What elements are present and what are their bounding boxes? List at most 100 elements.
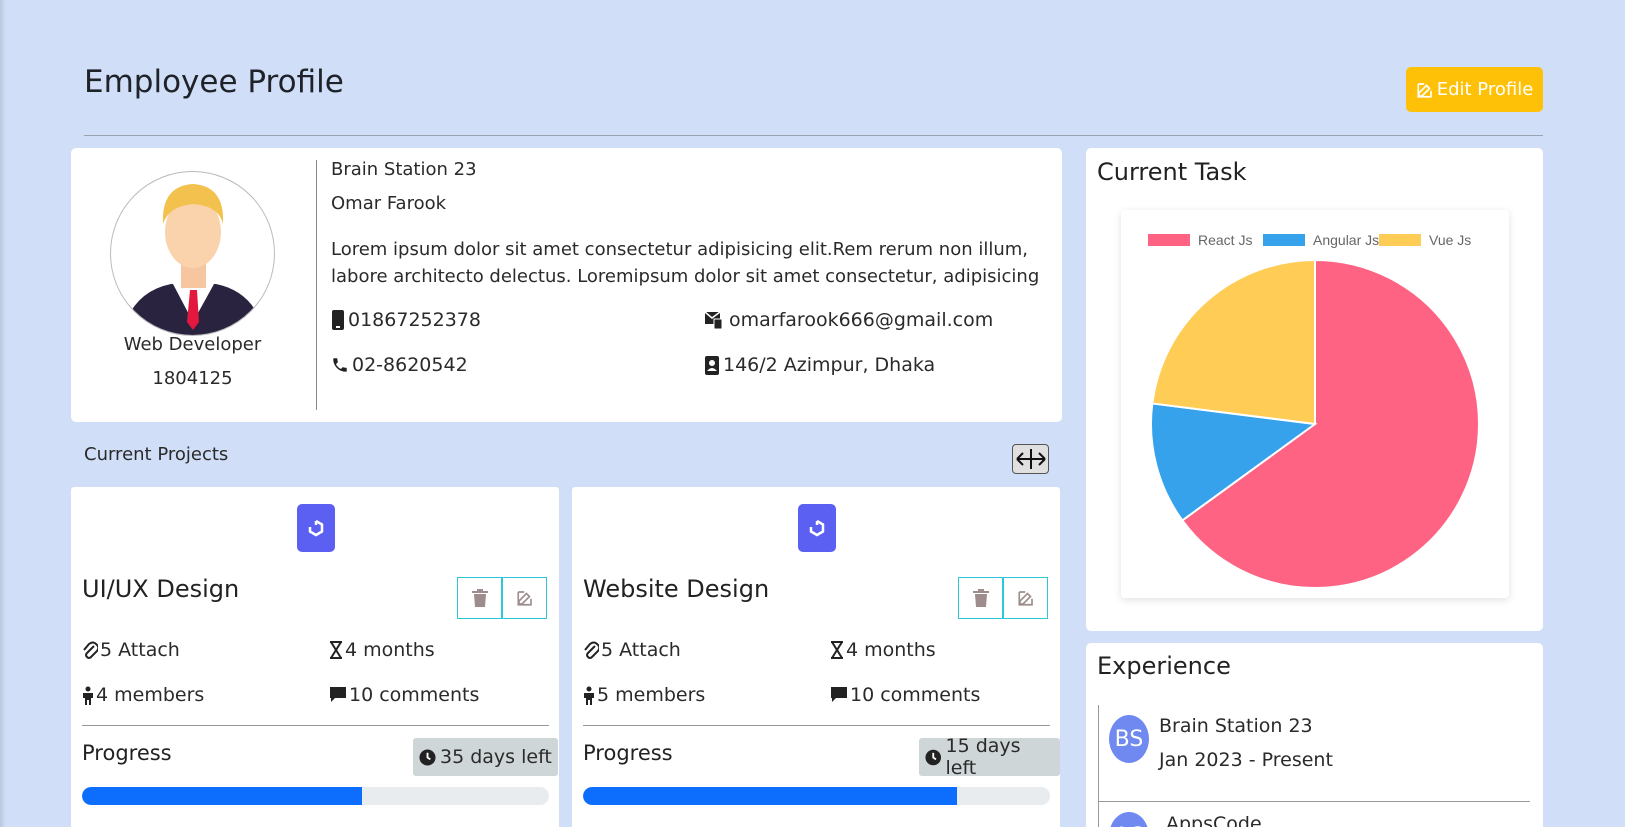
comments-count: 10 comments — [349, 684, 480, 706]
members-stat: 5 members — [583, 684, 705, 706]
progress-bar-fill — [82, 787, 363, 805]
legend-swatch[interactable] — [1148, 234, 1190, 246]
attach-count: 5 Attach — [100, 639, 180, 661]
comment-icon — [330, 687, 346, 702]
email-contact[interactable]: omarfarook666@gmail.com — [704, 309, 993, 331]
progress-label: Progress — [583, 741, 673, 765]
attach-stat: 5 Attach — [82, 639, 180, 661]
edit-project-button[interactable] — [1003, 577, 1048, 619]
project-name: Website Design — [583, 575, 770, 603]
days-left-badge: 35 days left — [413, 738, 558, 776]
members-count: 5 members — [597, 684, 706, 706]
email-icon — [704, 311, 723, 330]
project-divider — [583, 725, 1050, 726]
project-logo-icon — [297, 504, 335, 552]
phone-number: 02-8620542 — [352, 354, 468, 376]
email-address: omarfarook666@gmail.com — [729, 309, 994, 331]
members-stat: 4 members — [82, 684, 204, 706]
task-chart: React Js Angular Js Vue Js — [1121, 210, 1509, 598]
header-divider — [84, 135, 1543, 136]
days-left-badge: 15 days left — [919, 735, 1060, 779]
project-logo-icon — [798, 504, 836, 552]
employee-id: 1804125 — [152, 368, 233, 389]
address-book-icon — [705, 355, 719, 375]
duration-value: 4 months — [846, 639, 936, 661]
employee-name: Omar Farook — [331, 193, 447, 214]
duration-value: 4 months — [345, 639, 435, 661]
delete-project-button[interactable] — [457, 577, 502, 619]
edit-profile-button[interactable]: Edit Profile — [1406, 67, 1543, 112]
current-projects-title: Current Projects — [84, 444, 229, 465]
comment-icon — [831, 687, 847, 702]
legend-label[interactable]: Angular Js — [1313, 232, 1379, 248]
person-icon — [83, 686, 93, 705]
comments-stat: 10 comments — [830, 684, 980, 706]
current-task-title: Current Task — [1097, 158, 1247, 186]
trash-icon — [471, 589, 488, 607]
edit-project-button[interactable] — [502, 577, 547, 619]
attach-stat: 5 Attach — [583, 639, 681, 661]
arrows-horizontal-icon — [1015, 449, 1046, 469]
experience-avatar: BS — [1109, 715, 1149, 763]
project-divider — [82, 725, 549, 726]
mobile-contact[interactable]: 01867252378 — [331, 309, 481, 331]
experience-period: Jan 2023 - Present — [1159, 749, 1333, 771]
phone-contact[interactable]: 02-8620542 — [331, 354, 468, 376]
page-title: Employee Profile — [84, 64, 344, 100]
current-task-card: Current Task React Js Angular Js Vue Js — [1086, 148, 1543, 631]
address-text: 146/2 Azimpur, Dhaka — [723, 354, 936, 376]
avatar — [110, 171, 275, 336]
profile-role: Web Developer — [123, 334, 262, 355]
duration-stat: 4 months — [329, 639, 435, 661]
progress-bar — [583, 787, 1050, 805]
experience-card: Experience BS Brain Station 23 Jan 2023 … — [1086, 643, 1543, 827]
legend-label[interactable]: React Js — [1198, 232, 1252, 248]
edit-icon — [1417, 82, 1432, 98]
company-name: Brain Station 23 — [331, 159, 477, 180]
trash-icon — [972, 589, 989, 607]
project-actions — [457, 577, 547, 619]
profile-description: Lorem ipsum dolor sit amet consectetur a… — [331, 239, 1040, 287]
legend-label[interactable]: Vue Js — [1429, 232, 1471, 248]
scroll-arrows-button[interactable] — [1012, 444, 1049, 474]
experience-avatar: AC — [1109, 812, 1149, 827]
person-icon — [584, 686, 594, 705]
clock-icon — [925, 749, 942, 765]
mobile-number: 01867252378 — [348, 309, 481, 331]
project-card-0: UI/UX Design 5 Attach 4 months 4 members… — [71, 487, 559, 827]
experience-title: Experience — [1097, 652, 1231, 680]
progress-bar — [82, 787, 549, 805]
experience-timeline — [1098, 705, 1099, 827]
legend-swatch[interactable] — [1263, 234, 1305, 246]
progress-bar-fill — [583, 787, 957, 805]
days-left-value: 15 days left — [945, 735, 1021, 779]
days-left-value: 35 days left — [440, 746, 552, 768]
legend-swatch[interactable] — [1379, 234, 1421, 246]
pie-slice-vue-js[interactable] — [1151, 258, 1316, 426]
paperclip-icon — [584, 641, 599, 659]
profile-card: Web Developer 1804125 Brain Station 23 O… — [71, 148, 1062, 422]
profile-divider — [316, 160, 317, 410]
edit-icon — [1017, 591, 1033, 606]
hourglass-icon — [831, 641, 843, 659]
mobile-icon — [332, 310, 344, 330]
experience-company: AppsCode — [1166, 813, 1262, 827]
attach-count: 5 Attach — [601, 639, 681, 661]
project-card-1: Website Design 5 Attach 4 months 5 membe… — [572, 487, 1060, 827]
duration-stat: 4 months — [830, 639, 936, 661]
paperclip-icon — [83, 641, 98, 659]
delete-project-button[interactable] — [958, 577, 1003, 619]
project-name: UI/UX Design — [82, 575, 240, 603]
progress-label: Progress — [82, 741, 172, 765]
hourglass-icon — [330, 641, 342, 659]
task-pie-chart: React Js Angular Js Vue Js — [1148, 232, 1480, 589]
address-contact: 146/2 Azimpur, Dhaka — [704, 354, 935, 376]
experience-company: Brain Station 23 — [1159, 715, 1313, 737]
comments-stat: 10 comments — [329, 684, 479, 706]
experience-divider — [1098, 801, 1530, 802]
comments-count: 10 comments — [850, 684, 981, 706]
clock-icon — [419, 748, 436, 766]
edit-icon — [516, 591, 532, 606]
members-count: 4 members — [96, 684, 205, 706]
project-actions — [958, 577, 1048, 619]
